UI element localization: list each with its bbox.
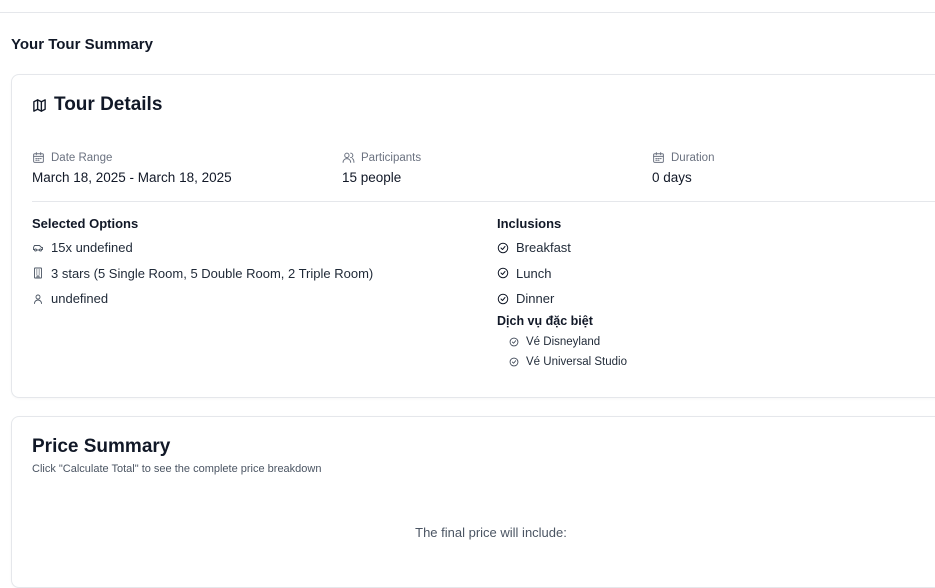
inclusion-item: Dinner — [497, 286, 627, 312]
selected-options: Selected Options 15x undefined 3 stars (… — [32, 216, 373, 312]
participants-info: Participants 15 people — [342, 151, 422, 186]
price-summary-note: The final price will include: — [415, 525, 567, 540]
building-icon — [34, 267, 42, 279]
check-circle-icon — [509, 337, 519, 346]
duration-info: Duration 0 days — [652, 151, 715, 186]
map-icon — [33, 98, 46, 112]
special-services-title: Dịch vụ đặc biệt — [497, 313, 593, 328]
special-service-item: Vé Universal Studio — [497, 352, 627, 372]
top-divider — [0, 12, 935, 13]
price-summary-title: Price Summary — [32, 436, 171, 457]
page-title: Your Tour Summary — [11, 36, 153, 53]
inclusions: Inclusions Breakfast Lunch Dinner Dịch v… — [497, 216, 627, 372]
option-text: undefined — [51, 291, 109, 307]
duration-value: 0 days — [652, 170, 692, 185]
details-divider — [32, 201, 935, 202]
date-range-value: March 18, 2025 - March 18, 2025 — [32, 170, 232, 185]
check-circle-icon — [497, 293, 509, 304]
check-circle-icon — [497, 268, 509, 279]
duration-label: Duration — [671, 151, 715, 164]
users-icon — [342, 152, 355, 163]
inclusion-text: Lunch — [516, 265, 552, 281]
inclusion-item: Lunch — [497, 261, 627, 287]
price-summary-subtitle: Click "Calculate Total" to see the compl… — [32, 463, 322, 475]
selected-options-title: Selected Options — [32, 216, 139, 231]
check-circle-icon — [509, 357, 519, 366]
option-item: 3 stars (5 Single Room, 5 Double Room, 2… — [32, 261, 373, 287]
participants-label: Participants — [361, 151, 422, 164]
car-icon — [33, 244, 43, 252]
date-range-label: Date Range — [51, 151, 113, 164]
option-item: undefined — [32, 286, 373, 312]
calendar-icon — [33, 152, 44, 163]
check-circle-icon — [497, 242, 509, 253]
inclusion-text: Dinner — [516, 291, 555, 307]
inclusions-title: Inclusions — [497, 216, 562, 231]
inclusion-text: Breakfast — [516, 240, 571, 256]
price-summary-card: Price Summary Click "Calculate Total" to… — [11, 416, 935, 588]
date-range-info: Date Range March 18, 2025 - March 18, 20… — [32, 151, 232, 186]
special-service-text: Vé Disneyland — [526, 335, 601, 348]
participants-value: 15 people — [342, 170, 402, 185]
inclusion-item: Breakfast — [497, 235, 627, 261]
tour-details-heading: Tour Details — [32, 94, 162, 116]
option-item: 15x undefined — [32, 235, 373, 261]
tour-details-card: Tour Details Date Range March 18, 2025 -… — [11, 74, 935, 398]
user-icon — [34, 294, 42, 304]
special-service-item: Vé Disneyland — [497, 332, 627, 352]
option-text: 15x undefined — [51, 240, 133, 256]
calendar-icon — [653, 152, 664, 163]
option-text: 3 stars (5 Single Room, 5 Double Room, 2… — [51, 265, 374, 281]
tour-details-title: Tour Details — [54, 94, 163, 115]
special-service-text: Vé Universal Studio — [526, 355, 627, 368]
